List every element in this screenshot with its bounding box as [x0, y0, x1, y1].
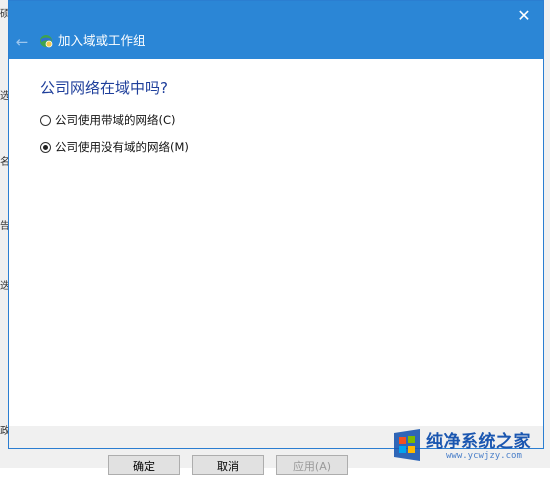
- background-cancel-button[interactable]: 取消: [192, 455, 264, 475]
- option-label: 公司使用没有域的网络(M): [55, 140, 189, 154]
- join-domain-dialog: ✕ ← 加入域或工作组 公司网络在域中吗? 公司使用带域的网络(C) 公司使用没…: [8, 0, 544, 449]
- watermark-text: 纯净系统之家: [426, 432, 531, 452]
- back-arrow-icon: ←: [15, 33, 29, 51]
- dialog-title: 加入域或工作组: [58, 33, 146, 48]
- option-domain-network[interactable]: 公司使用带域的网络(C): [40, 112, 176, 128]
- background-ok-button[interactable]: 确定: [108, 455, 180, 475]
- option-no-domain-network[interactable]: 公司使用没有域的网络(M): [40, 139, 189, 155]
- radio-no-domain-network[interactable]: [40, 141, 51, 153]
- close-button[interactable]: ✕: [511, 5, 537, 27]
- radio-domain-network[interactable]: [40, 114, 51, 126]
- background-apply-button: 应用(A): [276, 455, 348, 475]
- close-icon: ✕: [517, 6, 531, 25]
- network-globe-icon: [40, 35, 53, 48]
- page-question: 公司网络在域中吗?: [40, 79, 168, 97]
- back-button[interactable]: ←: [11, 32, 33, 52]
- option-label: 公司使用带域的网络(C): [55, 113, 176, 127]
- background-window-left-edge: 硕 选 名 告 迭 政: [0, 0, 10, 468]
- site-watermark: 纯净系统之家 www.ycwjzy.com: [390, 425, 548, 467]
- dialog-titlebar: ✕ ← 加入域或工作组: [9, 1, 543, 59]
- watermark-url: www.ycwjzy.com: [446, 451, 522, 461]
- background-window-right-edge: [544, 0, 550, 468]
- windows-logo-icon: [394, 429, 420, 461]
